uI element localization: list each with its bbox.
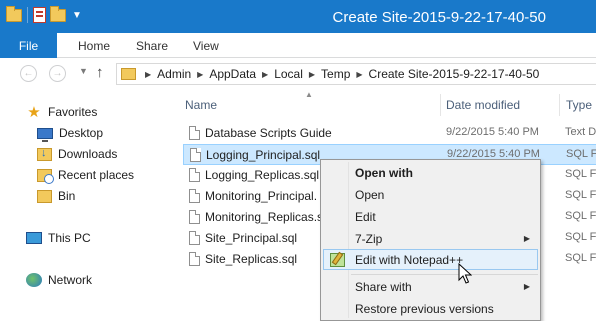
downloads-folder-icon — [37, 147, 52, 161]
star-icon: ★ — [27, 104, 41, 121]
desktop-icon — [37, 127, 53, 142]
notepad-plus-plus-icon — [330, 253, 345, 267]
folder-icon — [37, 189, 52, 203]
sql-file-icon — [189, 168, 200, 182]
sidebar-item-label: Favorites — [48, 105, 98, 119]
recent-locations-chevron-icon[interactable]: ▼ — [79, 66, 88, 76]
file-name: Site_Replicas.sql — [205, 252, 298, 266]
menu-item-7zip[interactable]: 7-Zip ▶ — [323, 228, 538, 249]
sql-file-icon — [189, 231, 200, 245]
chevron-right-icon[interactable]: ▶ — [309, 70, 315, 79]
folder-icon — [121, 68, 136, 80]
window-title: Create Site-2015-9-22-17-40-50 — [332, 9, 546, 26]
file-name: Monitoring_Replicas.s — [205, 210, 324, 224]
chevron-right-icon[interactable]: ▶ — [356, 70, 362, 79]
text-file-icon — [189, 126, 200, 140]
sidebar-item-bin[interactable]: Bin — [37, 187, 75, 205]
address-bar[interactable]: ▶ Admin ▶ AppData ▶ Local ▶ Temp ▶ Creat… — [116, 63, 596, 85]
sidebar-item-recent-places[interactable]: Recent places — [37, 166, 134, 184]
file-name: Site_Principal.sql — [205, 231, 298, 245]
file-type: SQL F — [565, 189, 596, 201]
sidebar-item-label: Desktop — [59, 126, 104, 140]
ribbon-tabs: File Home Share View — [0, 33, 596, 58]
tab-file[interactable]: File — [0, 33, 57, 58]
network-icon — [26, 273, 42, 287]
sidebar-item-favorites[interactable]: ★ Favorites — [26, 103, 97, 121]
chevron-right-icon[interactable]: ▶ — [145, 70, 151, 79]
recent-places-icon — [37, 168, 54, 184]
menu-item-share-with[interactable]: Share with ▶ — [323, 276, 538, 297]
menu-item-label: Share with — [355, 279, 412, 294]
file-type: SQL F — [565, 231, 596, 243]
breadcrumb-temp[interactable]: Temp — [321, 67, 350, 81]
sidebar-item-label: Network — [48, 273, 93, 287]
sidebar-item-label: Bin — [58, 189, 76, 203]
title-bar: ▼ Create Site-2015-9-22-17-40-50 — [0, 0, 596, 33]
column-divider[interactable] — [440, 94, 441, 116]
sidebar-item-label: This PC — [48, 231, 91, 245]
sql-file-icon — [189, 252, 200, 266]
file-name: Logging_Principal.sql — [206, 148, 321, 162]
context-menu: Open with Open Edit 7-Zip ▶ Edit with No… — [320, 159, 541, 321]
forward-button[interactable]: → — [49, 65, 66, 82]
menu-item-edit[interactable]: Edit — [323, 206, 538, 227]
sql-file-icon — [190, 148, 201, 162]
menu-item-label: Edit with Notepad++ — [355, 252, 464, 267]
column-header-type[interactable]: Type — [566, 96, 592, 114]
menu-separator — [351, 274, 538, 275]
breadcrumb-admin[interactable]: Admin — [157, 67, 191, 81]
menu-item-restore-previous-versions[interactable]: Restore previous versions — [323, 298, 538, 319]
menu-item-open[interactable]: Open — [323, 184, 538, 205]
column-header-date-modified[interactable]: Date modified — [446, 96, 520, 114]
file-type: SQL F — [565, 252, 596, 264]
file-date: 9/22/2015 5:40 PM — [446, 126, 539, 138]
file-type: SQL F — [565, 168, 596, 180]
breadcrumb-current-folder[interactable]: Create Site-2015-9-22-17-40-50 — [369, 67, 540, 81]
mouse-pointer-icon — [458, 263, 472, 284]
navigation-bar: ← → ▼ ↑ ▶ Admin ▶ AppData ▶ Local ▶ Temp… — [0, 58, 596, 90]
column-header-name[interactable]: Name — [185, 96, 217, 114]
column-divider[interactable] — [559, 94, 560, 116]
sidebar-item-label: Recent places — [58, 168, 135, 182]
tab-share[interactable]: Share — [136, 33, 168, 58]
chevron-right-icon[interactable]: ▶ — [262, 70, 268, 79]
navigation-pane: ★ Favorites Desktop Downloads Recent pla… — [0, 90, 172, 321]
up-arrow-button[interactable]: ↑ — [96, 64, 104, 81]
submenu-arrow-icon: ▶ — [523, 234, 530, 243]
breadcrumb-local[interactable]: Local — [274, 67, 303, 81]
file-type: SQL F — [566, 148, 596, 160]
menu-item-open-with-default[interactable]: Open with — [323, 162, 538, 183]
chevron-right-icon[interactable]: ▶ — [197, 70, 203, 79]
sidebar-item-this-pc[interactable]: This PC — [26, 229, 91, 247]
file-type: Text D — [565, 126, 596, 138]
sort-ascending-icon: ▲ — [305, 90, 313, 99]
back-button[interactable]: ← — [20, 65, 37, 82]
file-name: Database Scripts Guide — [205, 126, 332, 140]
breadcrumb-appdata[interactable]: AppData — [209, 67, 256, 81]
file-row[interactable]: Database Scripts Guide 9/22/2015 5:40 PM… — [183, 123, 596, 144]
file-name: Logging_Replicas.sql — [205, 168, 320, 182]
sidebar-item-network[interactable]: Network — [26, 271, 92, 289]
sidebar-item-desktop[interactable]: Desktop — [37, 124, 103, 142]
sidebar-item-downloads[interactable]: Downloads — [37, 145, 117, 163]
menu-item-edit-with-notepad-plus-plus[interactable]: Edit with Notepad++ — [323, 249, 538, 270]
tab-view[interactable]: View — [193, 33, 219, 58]
sql-file-icon — [189, 189, 200, 203]
menu-item-label: 7-Zip — [355, 231, 383, 246]
submenu-arrow-icon: ▶ — [523, 282, 530, 291]
tab-home[interactable]: Home — [78, 33, 110, 58]
sql-file-icon — [189, 210, 200, 224]
file-type: SQL F — [565, 210, 596, 222]
sidebar-item-label: Downloads — [58, 147, 118, 161]
computer-icon — [26, 232, 42, 244]
file-name: Monitoring_Principal. — [205, 189, 318, 203]
